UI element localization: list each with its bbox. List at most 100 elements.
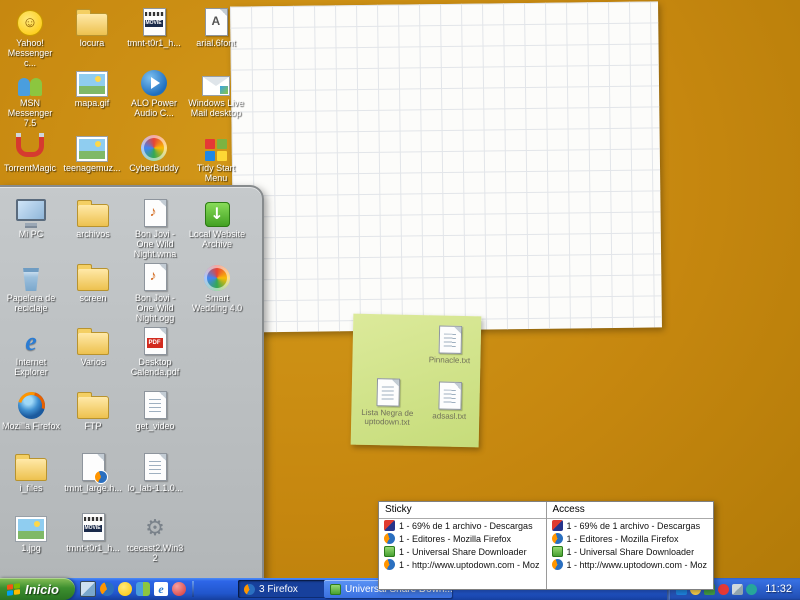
panel-icon-papelera[interactable]: Papelera de reciclaje [2, 259, 60, 314]
windows-logo-icon [7, 583, 20, 596]
panel-icon-tmnt-large[interactable]: tmnt_large.h... [64, 449, 122, 494]
icon-label: Mozilla Firefox [2, 422, 60, 432]
text-file-icon [423, 321, 478, 354]
text-file-icon [126, 387, 184, 419]
panel-icon-desktop-calendar-pdf[interactable]: Desktop Calenda.pdf [126, 323, 184, 378]
download-manager-icon [384, 520, 395, 531]
panel-icon-mozilla-firefox[interactable]: Mozilla Firefox [2, 387, 60, 432]
panel-icon-smart-wedding[interactable]: Smart Wedding 4.0 [188, 259, 246, 314]
icon-label: MSN Messenger 7.5 [1, 99, 59, 129]
internet-explorer-icon[interactable] [154, 582, 168, 596]
download-item[interactable]: 1 - Editores - Mozilla Firefox [547, 532, 714, 545]
panel-icon-archivos[interactable]: archivos [64, 195, 122, 240]
yahoo-messenger-icon[interactable] [118, 582, 132, 596]
movie-file-icon [64, 509, 122, 541]
icon-label: FTP [64, 422, 122, 432]
panel-icon-bonjovi-ogg[interactable]: Bon Jovi - One Wild Night.ogg [126, 259, 184, 324]
desktop-icon-torrentmagic[interactable]: TorrentMagic [1, 129, 59, 174]
downloads-window: Sticky 1 - 69% de 1 archivo - Descargas … [378, 501, 714, 590]
msn-messenger-icon[interactable] [136, 582, 150, 596]
panel-icon-local-website-archive[interactable]: Local Website Archive [188, 195, 246, 250]
music-file-icon [126, 195, 184, 227]
firefox-document-icon [64, 449, 122, 481]
icon-label: tmnt_large.h... [64, 484, 122, 494]
icon-label: tcecast2.Win32 [126, 544, 184, 564]
icon-label: arial.6font [187, 39, 245, 49]
show-desktop-icon[interactable] [80, 581, 96, 597]
icon-label: Smart Wedding 4.0 [188, 294, 246, 314]
taskbar-divider [192, 581, 194, 597]
icon-label: Desktop Calenda.pdf [126, 358, 184, 378]
icon-label: Pinnacle.txt [422, 356, 476, 366]
download-app-icon [188, 195, 246, 227]
tray-icon-4[interactable] [718, 584, 729, 595]
panel-icon-ftp[interactable]: FTP [64, 387, 122, 432]
desktop-icon-tmnt-movie[interactable]: tmnt-t0r1_h... [125, 4, 183, 49]
firefox-icon[interactable] [100, 582, 114, 596]
movie-file-icon [125, 4, 183, 36]
desktop-icon-locura[interactable]: locura [63, 4, 121, 49]
image-file-icon [63, 64, 121, 96]
download-item[interactable]: 1 - http://www.uptodown.com - Moz [547, 558, 714, 571]
computer-icon [2, 195, 60, 227]
download-item[interactable]: 1 - 69% de 1 archivo - Descargas [547, 519, 714, 532]
sticky-icon-pinnacle[interactable]: Pinnacle.txt [422, 321, 477, 366]
pdf-file-icon [126, 323, 184, 355]
taskbar-button-firefox-group[interactable]: 3 Firefox [238, 580, 328, 598]
icon-label: lo_lab-1.1.0... [126, 484, 184, 494]
firefox-icon [552, 559, 563, 570]
panel-icon-get-video[interactable]: get_video [126, 387, 184, 432]
universal-share-downloader-icon [552, 546, 563, 557]
firefox-icon [384, 559, 395, 570]
colorful-app-icon [188, 259, 246, 291]
column-header[interactable]: Access [547, 502, 714, 519]
msn-messenger-icon [1, 64, 59, 96]
panel-icon-tmnt-movie[interactable]: tmnt-t0r1_h... [64, 509, 122, 554]
tray-icon-6[interactable] [746, 584, 757, 595]
icon-label: Bon Jovi - One Wild Night.ogg [126, 294, 184, 324]
desktop-icon-windows-live-mail[interactable]: Windows Live Mail desktop [187, 64, 245, 119]
desktop-icon-teenagemuz[interactable]: teenagemuz... [63, 129, 121, 174]
desktop-icon-cyberbuddy[interactable]: CyberBuddy [125, 129, 183, 174]
panel-icon-lo-lab[interactable]: lo_lab-1.1.0... [126, 449, 184, 494]
desktop-icon-msn-messenger[interactable]: MSN Messenger 7.5 [1, 64, 59, 129]
downloads-column-access: Access 1 - 69% de 1 archivo - Descargas … [547, 502, 714, 589]
sticky-icon-lista-negra[interactable]: Lista Negra de uptodown.txt [355, 374, 420, 428]
panel-icon-bonjovi-wma[interactable]: Bon Jovi - One Wild Night.wma [126, 195, 184, 260]
icon-label: locura [63, 39, 121, 49]
media-player-icon[interactable] [172, 582, 186, 596]
firefox-icon [244, 584, 255, 595]
panel-icon-varios[interactable]: Varios [64, 323, 122, 368]
desktop-icon-tidy-start-menu[interactable]: Tidy Start Menu [187, 129, 245, 184]
panel-icon-i-files[interactable]: i_files [2, 449, 60, 494]
download-item[interactable]: 1 - Universal Share Downloader [547, 545, 714, 558]
tray-icon-5[interactable] [732, 584, 743, 595]
start-button[interactable]: Inicio [0, 578, 75, 600]
download-item-text: 1 - 69% de 1 archivo - Descargas [399, 521, 533, 531]
download-item[interactable]: 1 - Editores - Mozilla Firefox [379, 532, 546, 545]
taskbar-button-label: 3 Firefox [259, 584, 298, 595]
panel-icon-mi-pc[interactable]: Mi PC [2, 195, 60, 240]
panel-icon-tcecast2[interactable]: tcecast2.Win32 [126, 509, 184, 564]
folder-icon [2, 449, 60, 481]
panel-icon-1-jpg[interactable]: 1.jpg [2, 509, 60, 554]
download-item[interactable]: 1 - 69% de 1 archivo - Descargas [379, 519, 546, 532]
icon-label: adsasl.txt [423, 412, 475, 422]
download-item[interactable]: 1 - Universal Share Downloader [379, 545, 546, 558]
download-item[interactable]: 1 - http://www.uptodown.com - Moz [379, 558, 546, 571]
icon-label: Tidy Start Menu [187, 164, 245, 184]
icon-label: Papelera de reciclaje [2, 294, 60, 314]
notepad-paper [230, 1, 662, 332]
desktop-icon-mapa-gif[interactable]: mapa.gif [63, 64, 121, 109]
column-header[interactable]: Sticky [379, 502, 546, 519]
panel-icon-screen[interactable]: screen [64, 259, 122, 304]
font-file-icon [187, 4, 245, 36]
icon-label: i_files [2, 484, 60, 494]
panel-icon-internet-explorer[interactable]: Internet Explorer [2, 323, 60, 378]
clock[interactable]: 11:32 [765, 583, 792, 595]
sticky-icon-adsasl[interactable]: adsasl.txt [423, 377, 476, 422]
desktop-icon-yahoo-messenger[interactable]: Yahoo! Messenger c... [1, 4, 59, 69]
desktop-icon-alo-power-audio[interactable]: ALO Power Audio C... [125, 64, 183, 119]
icon-label: 1.jpg [2, 544, 60, 554]
desktop-icon-arial-font[interactable]: arial.6font [187, 4, 245, 49]
